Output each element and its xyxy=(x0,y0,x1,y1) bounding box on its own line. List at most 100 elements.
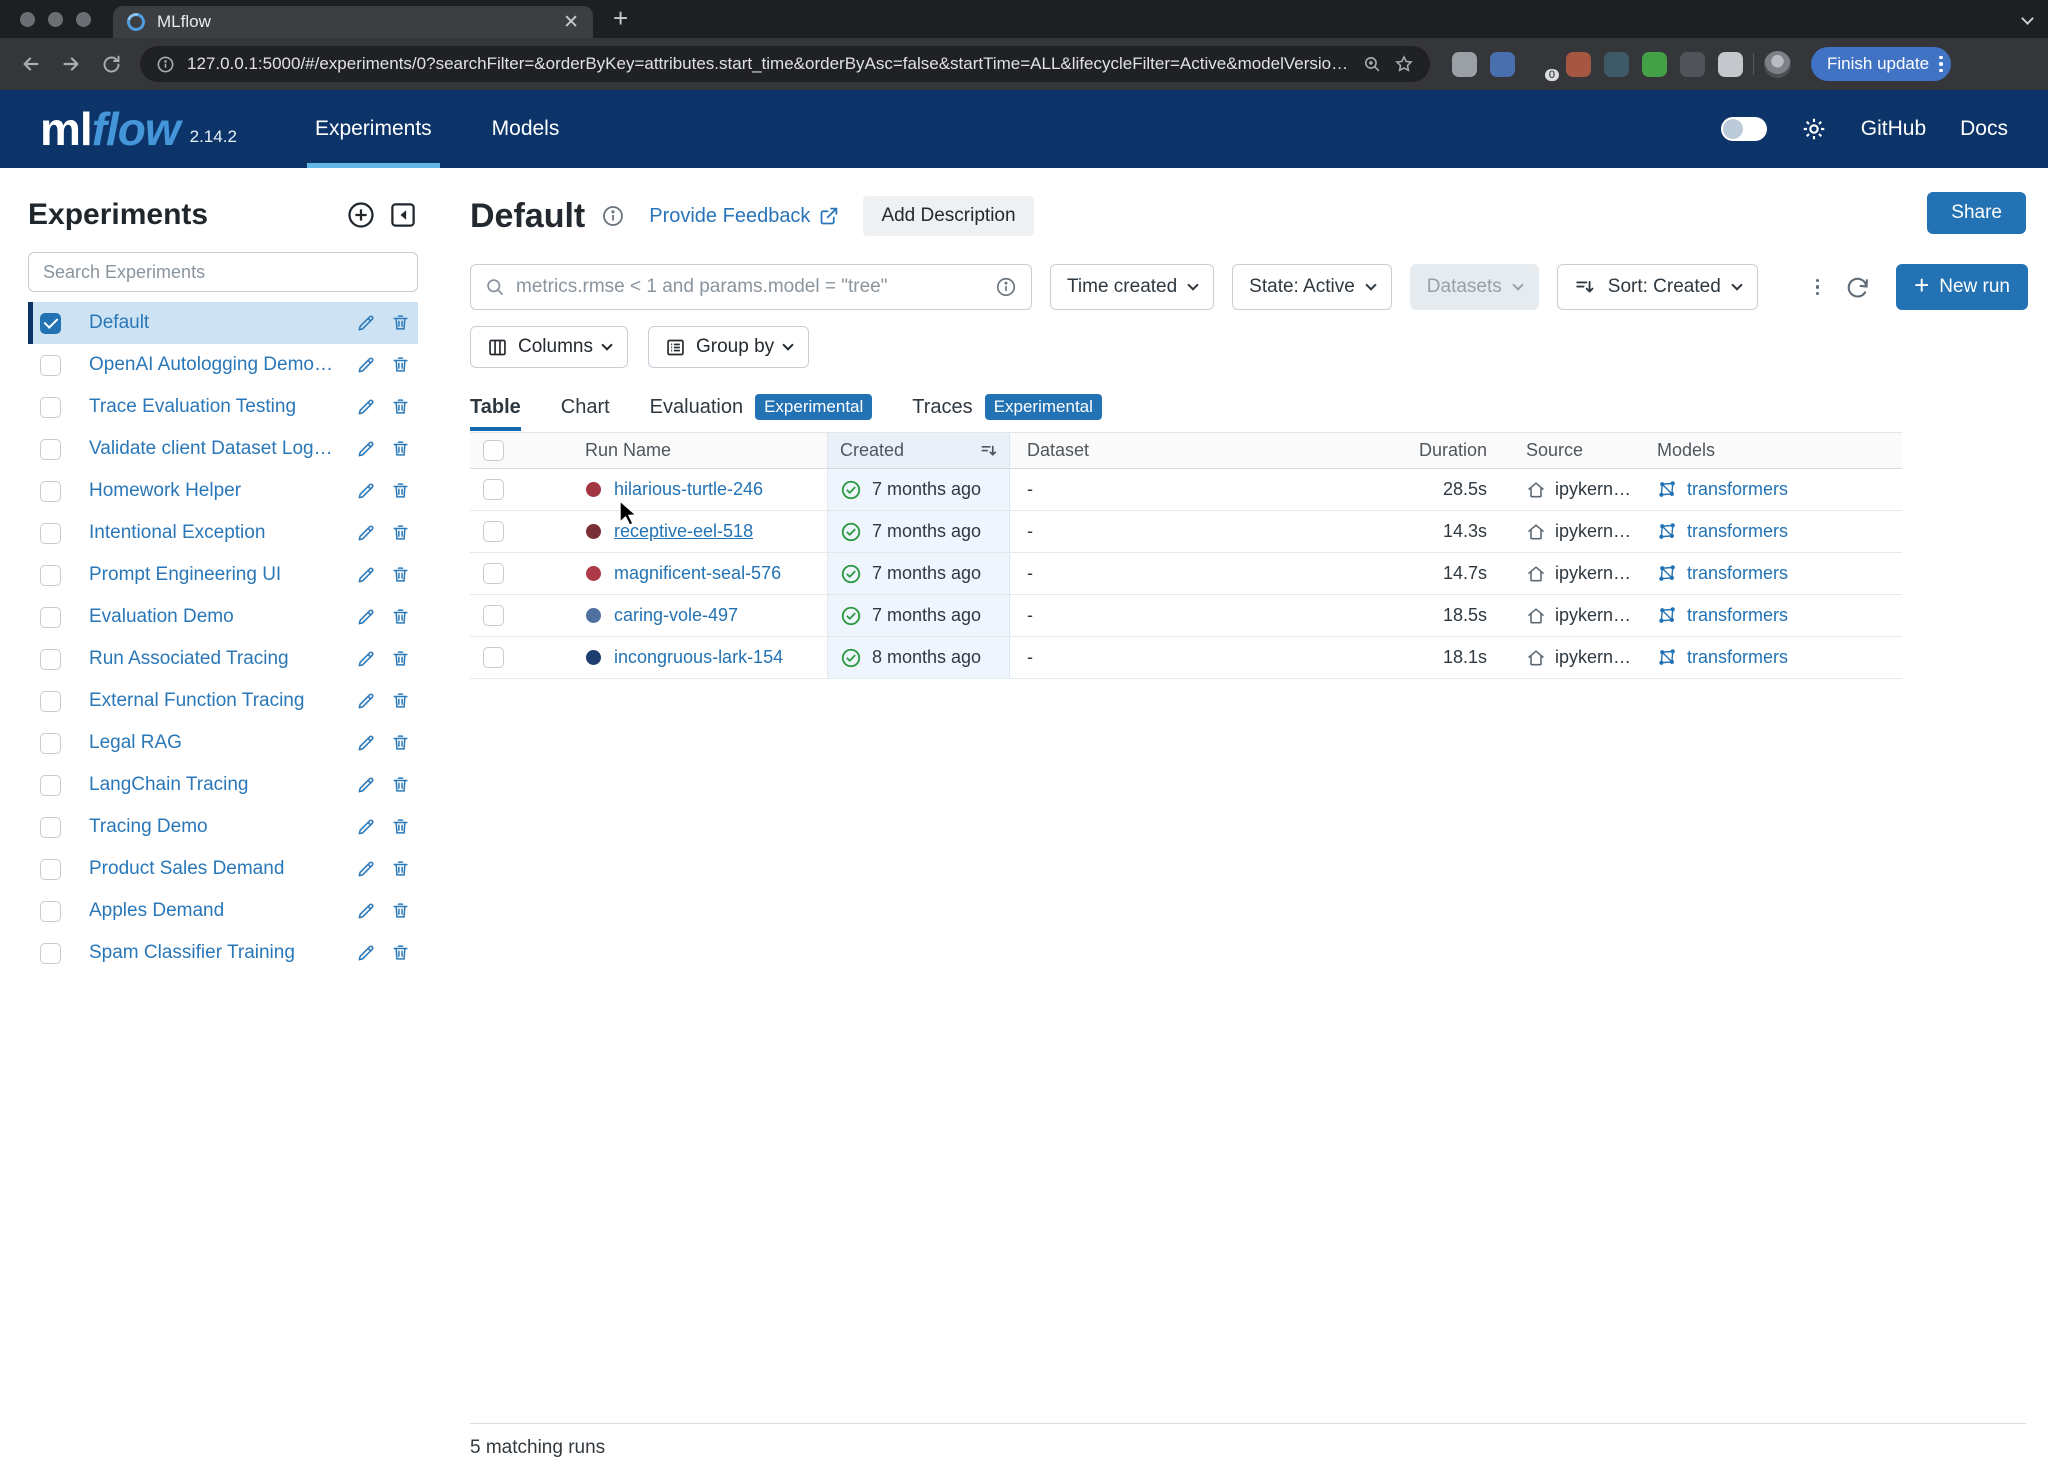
bookmark-star-icon[interactable] xyxy=(1394,54,1414,74)
theme-toggle[interactable] xyxy=(1721,117,1767,141)
experiment-checkbox[interactable] xyxy=(40,775,61,796)
model-link[interactable]: transformers xyxy=(1687,605,1788,626)
minimize-window-button[interactable] xyxy=(48,12,63,27)
experiment-list-item[interactable]: Trace Evaluation Testing xyxy=(28,386,418,428)
experiment-name-link[interactable]: Apples Demand xyxy=(89,900,224,922)
new-experiment-button[interactable] xyxy=(346,200,376,230)
edit-pencil-icon[interactable] xyxy=(356,565,376,585)
tab-close-icon[interactable]: ✕ xyxy=(563,11,579,34)
model-link[interactable]: transformers xyxy=(1687,521,1788,542)
url-text[interactable]: 127.0.0.1:5000/#/experiments/0?searchFil… xyxy=(187,54,1351,74)
experiment-list-item[interactable]: OpenAI Autologging Demons… xyxy=(28,344,418,386)
extension-icon[interactable] xyxy=(1642,52,1667,77)
delete-trash-icon[interactable] xyxy=(391,607,410,627)
experiment-checkbox[interactable] xyxy=(40,691,61,712)
add-description-button[interactable]: Add Description xyxy=(863,196,1033,236)
extension-icon[interactable] xyxy=(1718,52,1743,77)
delete-trash-icon[interactable] xyxy=(391,649,410,669)
experiment-list-item[interactable]: Legal RAG xyxy=(28,722,418,764)
close-window-button[interactable] xyxy=(20,12,35,27)
table-row[interactable]: magnificent-seal-576 7 months ago - 14.7… xyxy=(470,553,1902,595)
group-by-button[interactable]: Group by xyxy=(648,326,809,368)
experiment-checkbox[interactable] xyxy=(40,523,61,544)
columns-button[interactable]: Columns xyxy=(470,326,628,368)
delete-trash-icon[interactable] xyxy=(391,481,410,501)
experiment-checkbox[interactable] xyxy=(40,733,61,754)
zoom-page-icon[interactable] xyxy=(1363,55,1382,74)
edit-pencil-icon[interactable] xyxy=(356,943,376,963)
header-created[interactable]: Created xyxy=(827,433,1010,468)
delete-trash-icon[interactable] xyxy=(391,775,410,795)
model-link[interactable]: transformers xyxy=(1687,479,1788,500)
experiment-name-link[interactable]: Product Sales Demand xyxy=(89,858,284,880)
finish-update-button[interactable]: Finish update xyxy=(1811,47,1951,81)
experiment-checkbox[interactable] xyxy=(40,817,61,838)
view-tab[interactable]: Traces Experimental xyxy=(912,394,1102,432)
select-all-checkbox[interactable] xyxy=(483,440,504,461)
source-name-label[interactable]: ipykern… xyxy=(1555,647,1631,668)
edit-pencil-icon[interactable] xyxy=(356,817,376,837)
datasets-dropdown[interactable]: Datasets xyxy=(1410,264,1539,310)
row-checkbox[interactable] xyxy=(483,605,504,626)
source-name-label[interactable]: ipykern… xyxy=(1555,563,1631,584)
run-name-link[interactable]: incongruous-lark-154 xyxy=(614,647,783,668)
new-run-button[interactable]: +New run xyxy=(1896,264,2028,310)
edit-pencil-icon[interactable] xyxy=(356,691,376,711)
extension-icon[interactable]: 0 xyxy=(1528,52,1553,77)
site-info-icon[interactable] xyxy=(156,55,175,74)
edit-pencil-icon[interactable] xyxy=(356,397,376,417)
source-name-label[interactable]: ipykern… xyxy=(1555,605,1631,626)
delete-trash-icon[interactable] xyxy=(391,565,410,585)
experiment-checkbox[interactable] xyxy=(40,355,61,376)
experiment-info-icon[interactable] xyxy=(601,204,625,228)
zoom-window-button[interactable] xyxy=(76,12,91,27)
experiment-name-link[interactable]: External Function Tracing xyxy=(89,690,304,712)
experiment-checkbox[interactable] xyxy=(40,313,61,334)
run-name-link[interactable]: magnificent-seal-576 xyxy=(614,563,781,584)
delete-trash-icon[interactable] xyxy=(391,439,410,459)
delete-trash-icon[interactable] xyxy=(391,943,410,963)
experiment-list-item[interactable]: Validate client Dataset Logging xyxy=(28,428,418,470)
view-tab[interactable]: Table xyxy=(470,396,521,431)
experiment-name-link[interactable]: OpenAI Autologging Demons… xyxy=(89,354,339,376)
mlflow-logo[interactable]: mlflow 2.14.2 xyxy=(40,90,237,168)
search-info-icon[interactable] xyxy=(995,276,1017,298)
experiment-list-item[interactable]: Default xyxy=(28,302,418,344)
experiment-list-item[interactable]: Apples Demand xyxy=(28,890,418,932)
experiment-list-item[interactable]: Homework Helper xyxy=(28,470,418,512)
view-tab[interactable]: Evaluation Experimental xyxy=(650,394,873,432)
experiment-name-link[interactable]: Run Associated Tracing xyxy=(89,648,289,670)
experiment-list-item[interactable]: Evaluation Demo xyxy=(28,596,418,638)
edit-pencil-icon[interactable] xyxy=(356,901,376,921)
collapse-sidebar-button[interactable] xyxy=(388,200,418,230)
run-name-link[interactable]: caring-vole-497 xyxy=(614,605,738,626)
experiment-list-item[interactable]: Intentional Exception xyxy=(28,512,418,554)
edit-pencil-icon[interactable] xyxy=(356,523,376,543)
row-checkbox[interactable] xyxy=(483,521,504,542)
experiment-name-link[interactable]: Legal RAG xyxy=(89,732,182,754)
delete-trash-icon[interactable] xyxy=(391,901,410,921)
experiment-checkbox[interactable] xyxy=(40,607,61,628)
delete-trash-icon[interactable] xyxy=(391,397,410,417)
experiment-name-link[interactable]: Default xyxy=(89,312,149,334)
experiment-name-link[interactable]: Trace Evaluation Testing xyxy=(89,396,296,418)
delete-trash-icon[interactable] xyxy=(391,691,410,711)
experiment-name-link[interactable]: Validate client Dataset Logging xyxy=(89,438,339,460)
window-controls[interactable] xyxy=(0,0,113,38)
edit-pencil-icon[interactable] xyxy=(356,355,376,375)
search-experiments-input[interactable] xyxy=(28,252,418,292)
share-button[interactable]: Share xyxy=(1927,192,2026,234)
edit-pencil-icon[interactable] xyxy=(356,481,376,501)
experiment-name-link[interactable]: Homework Helper xyxy=(89,480,241,502)
experiment-checkbox[interactable] xyxy=(40,943,61,964)
source-name-label[interactable]: ipykern… xyxy=(1555,479,1631,500)
model-link[interactable]: transformers xyxy=(1687,647,1788,668)
edit-pencil-icon[interactable] xyxy=(356,649,376,669)
experiment-name-link[interactable]: Spam Classifier Training xyxy=(89,942,295,964)
extension-icon[interactable] xyxy=(1452,52,1477,77)
edit-pencil-icon[interactable] xyxy=(356,775,376,795)
table-row[interactable]: caring-vole-497 7 months ago - 18.5s xyxy=(470,595,1902,637)
experiment-list-item[interactable]: Prompt Engineering UI xyxy=(28,554,418,596)
extension-icon[interactable] xyxy=(1680,52,1705,77)
row-checkbox[interactable] xyxy=(483,563,504,584)
